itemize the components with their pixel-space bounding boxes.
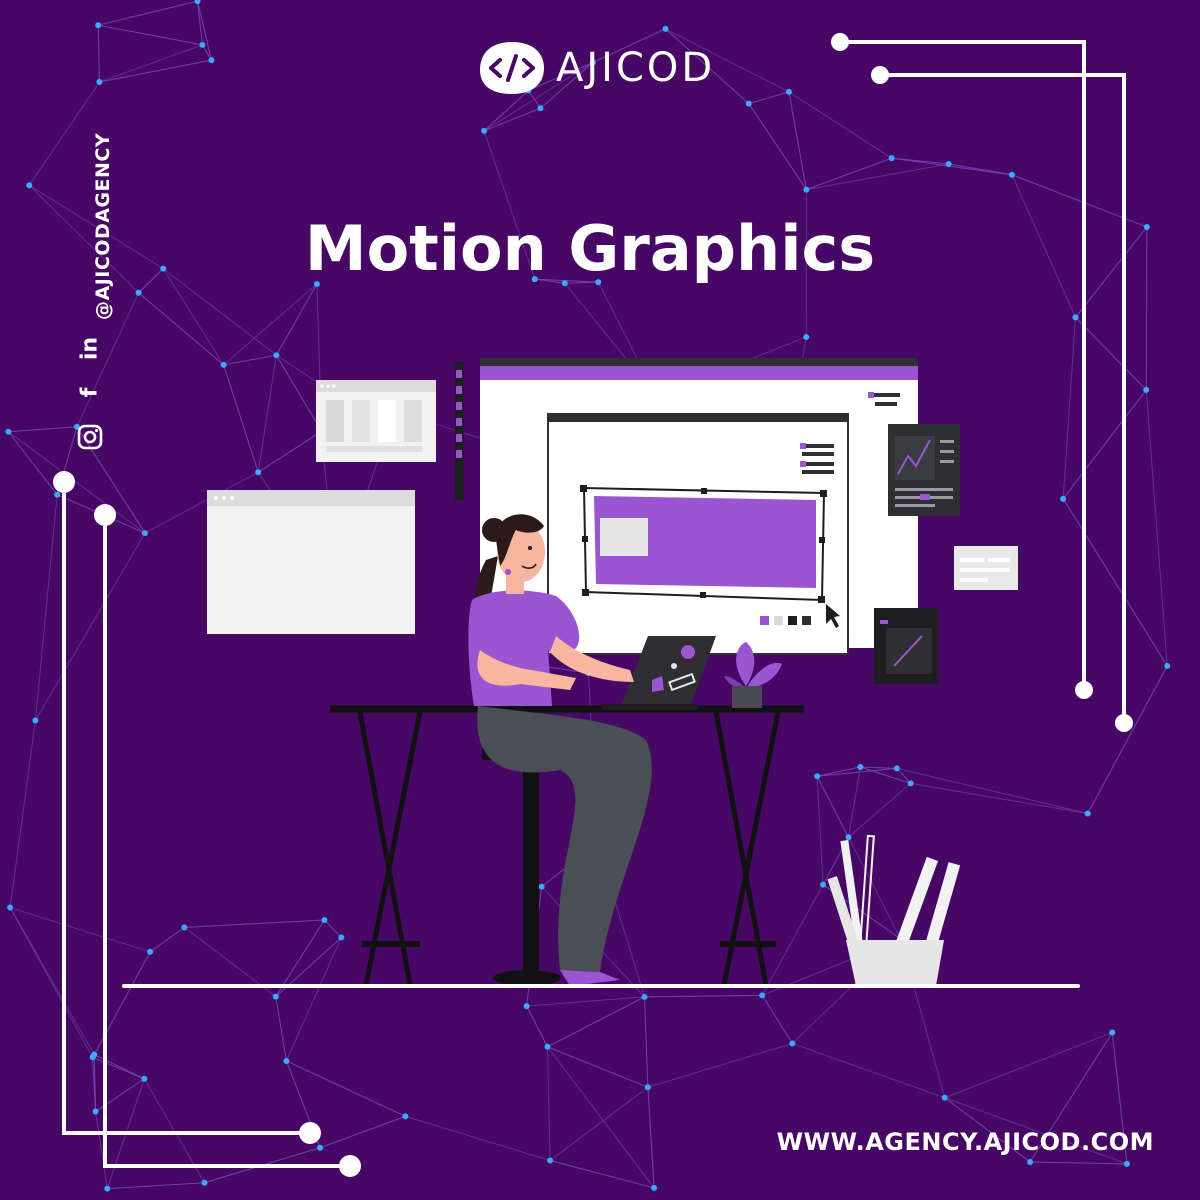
text-card xyxy=(954,546,1018,590)
website-link[interactable]: WWW.AGENCY.AJICOD.COM xyxy=(777,1128,1154,1156)
pen-holder xyxy=(827,834,961,986)
graph-panel xyxy=(888,424,960,516)
chart-thumbnail xyxy=(874,608,938,684)
poster: AJICOD Motion Graphics f in @AJICODAGENC… xyxy=(0,0,1200,1200)
timeline-strip xyxy=(455,362,464,500)
browser-window-small xyxy=(316,380,436,462)
browser-window-large xyxy=(207,490,415,634)
designer-illustration xyxy=(122,358,1080,988)
